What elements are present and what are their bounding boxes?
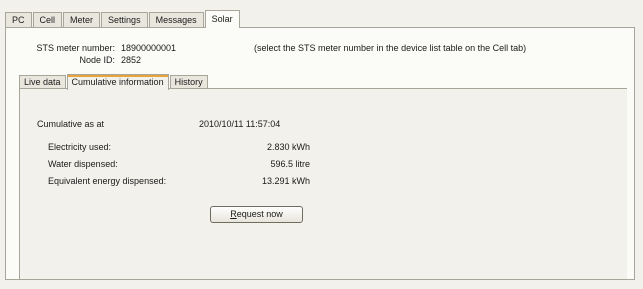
equivalent-energy-value: 13.291 kWh bbox=[261, 176, 310, 186]
request-now-button[interactable]: Request now bbox=[210, 206, 303, 223]
equivalent-energy-label: Equivalent energy dispensed: bbox=[48, 176, 167, 186]
node-id-label: Node ID: bbox=[79, 55, 115, 65]
sts-row: STS meter number: 18900000001 bbox=[23, 42, 176, 54]
tab-live-data[interactable]: Live data bbox=[19, 75, 66, 89]
tab-settings[interactable]: Settings bbox=[101, 12, 148, 27]
sts-meter-value: 18900000001 bbox=[121, 43, 177, 53]
electricity-row: Electricity used: 2.830 kWh bbox=[48, 142, 310, 154]
meter-info: STS meter number: 18900000001 Node ID: 285… bbox=[23, 42, 176, 66]
tab-history[interactable]: History bbox=[169, 75, 208, 89]
node-row: Node ID: 2852 bbox=[23, 54, 176, 66]
cumulative-as-at-label: Cumulative as at bbox=[37, 119, 105, 129]
sts-meter-label: STS meter number: bbox=[36, 43, 115, 53]
tab-meter[interactable]: Meter bbox=[63, 12, 101, 27]
electricity-used-label: Electricity used: bbox=[48, 142, 112, 152]
electricity-used-value: 2.830 kWh bbox=[266, 142, 310, 152]
tab-cell[interactable]: Cell bbox=[32, 12, 63, 27]
node-id-value: 2852 bbox=[121, 55, 142, 65]
water-dispensed-label: Water dispensed: bbox=[48, 159, 118, 169]
detail-tab-bar: Live data Cumulative information History bbox=[19, 73, 209, 90]
request-now-label: equest now bbox=[236, 209, 283, 219]
tab-messages[interactable]: Messages bbox=[148, 12, 204, 27]
energy-row: Equivalent energy dispensed: 13.291 kWh bbox=[48, 176, 310, 188]
cumulative-as-at-value: 2010/10/11 11:57:04 bbox=[199, 119, 281, 129]
water-dispensed-value: 596.5 litre bbox=[270, 159, 310, 169]
tab-solar[interactable]: Solar bbox=[204, 10, 240, 28]
tab-pc[interactable]: PC bbox=[5, 12, 32, 27]
tab-cumulative-information[interactable]: Cumulative information bbox=[66, 74, 169, 90]
water-row: Water dispensed: 596.5 litre bbox=[48, 159, 310, 171]
main-tab-bar: PC Cell Meter Settings Messages Solar bbox=[5, 10, 241, 28]
meter-hint-text: (select the STS meter number in the devi… bbox=[254, 43, 527, 53]
cumulative-panel: Cumulative as at 2010/10/11 11:57:04 Ele… bbox=[19, 88, 627, 280]
